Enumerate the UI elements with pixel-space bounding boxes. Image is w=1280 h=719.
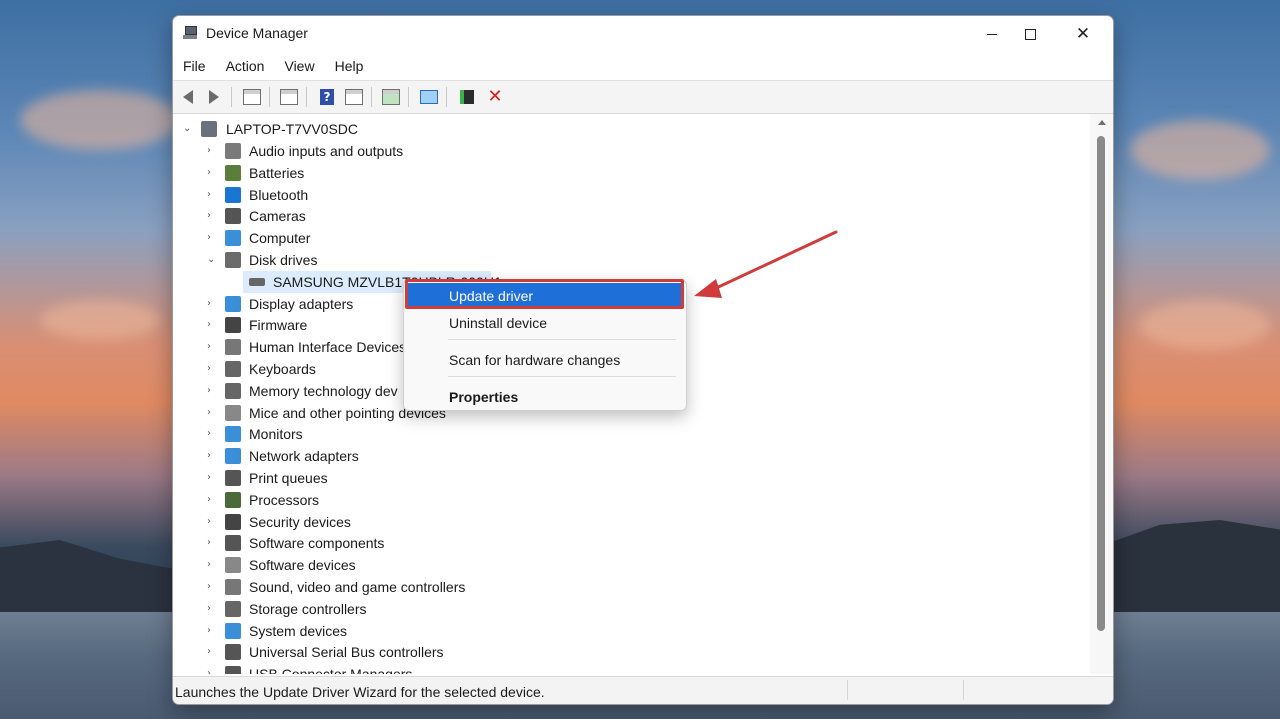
annotation-arrow bbox=[694, 230, 838, 298]
